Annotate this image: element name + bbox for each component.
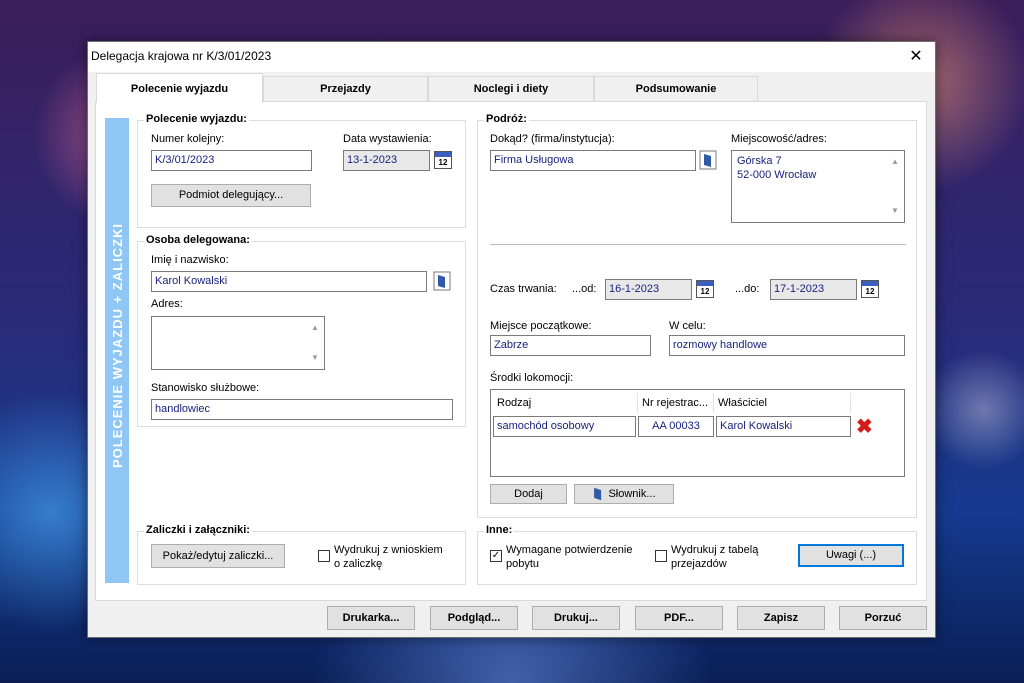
dialog-window: Delegacja krajowa nr K/3/01/2023 ✕ Polec… (87, 41, 936, 638)
calendar-icon[interactable]: 12 (434, 151, 452, 169)
srodki-lokomocji-label: Środki lokomocji: (490, 372, 574, 384)
wydrukuj-z-tabela-label-1: Wydrukuj z tabelą (671, 544, 759, 556)
tab-content: POLECENIE WYJAZDU + ZALICZKI Polecenie w… (95, 101, 927, 601)
group-podroz: Podróż: Dokąd? (firma/instytucja): Firma… (477, 113, 917, 518)
side-banner: POLECENIE WYJAZDU + ZALICZKI (105, 118, 129, 583)
scroll-down-icon[interactable]: ▼ (891, 204, 899, 218)
tab-podsumowanie[interactable]: Podsumowanie (594, 76, 758, 101)
group-polecenie-wyjazdu: Polecenie wyjazdu: Numer kolejny: K/3/01… (137, 113, 466, 228)
od-date-input[interactable]: 16-1-2023 (605, 279, 692, 300)
address-line-2: 52-000 Wrocław (737, 169, 817, 181)
wymagane-potwierdzenie-label-2: pobytu (506, 558, 540, 570)
dokad-input[interactable]: Firma Usługowa (490, 150, 696, 171)
dodaj-button[interactable]: Dodaj (490, 484, 567, 504)
cell-rodzaj[interactable]: samochód osobowy (493, 416, 636, 437)
book-icon (594, 487, 602, 501)
drukarka-button[interactable]: Drukarka... (327, 606, 415, 630)
numer-label: Numer kolejny: (151, 133, 225, 145)
wydrukuj-z-wnioskiem-label-1: Wydrukuj z wnioskiem (334, 544, 443, 556)
stanowisko-label: Stanowisko służbowe: (151, 382, 260, 394)
tab-noclegi-i-diety[interactable]: Noclegi i diety (428, 76, 594, 101)
wydrukuj-z-wnioskiem-checkbox[interactable] (318, 550, 330, 562)
group-title: Inne: (484, 524, 515, 536)
numer-kolejny-input[interactable]: K/3/01/2023 (151, 150, 312, 171)
pokaz-edytuj-zaliczki-button[interactable]: Pokaż/edytuj zaliczki... (151, 544, 285, 568)
column-header-wlasciciel[interactable]: Właściciel (714, 393, 851, 413)
calendar-icon[interactable]: 12 (696, 280, 714, 298)
miejscowosc-label: Miejscowość/adres: (731, 133, 827, 145)
miejscowosc-textarea[interactable]: Górska 7 52-000 Wrocław ▲ ▼ (731, 150, 905, 223)
w-celu-label: W celu: (669, 320, 706, 332)
scroll-down-icon[interactable]: ▼ (311, 351, 319, 365)
do-date-input[interactable]: 17-1-2023 (770, 279, 857, 300)
slownik-label: Słownik... (608, 488, 656, 500)
wymagane-potwierdzenie-label-1: Wymagane potwierdzenie (506, 544, 633, 556)
stanowisko-input[interactable]: handlowiec (151, 399, 453, 420)
srodki-lokomocji-grid: Rodzaj Nr rejestrac... Właściciel samoch… (490, 389, 905, 477)
do-label: ...do: (735, 283, 760, 295)
miejsce-poczatkowe-input[interactable]: Zabrze (490, 335, 651, 356)
uwagi-button[interactable]: Uwagi (...) (798, 544, 904, 567)
scroll-up-icon[interactable]: ▲ (891, 155, 899, 169)
window-title: Delegacja krajowa nr K/3/01/2023 (91, 49, 272, 63)
podmiot-delegujacy-button[interactable]: Podmiot delegujący... (151, 184, 311, 207)
data-wystawienia-label: Data wystawienia: (343, 133, 432, 145)
group-title: Podróż: (484, 113, 529, 125)
pdf-button[interactable]: PDF... (635, 606, 723, 630)
calendar-icon[interactable]: 12 (861, 280, 879, 298)
czas-trwania-label: Czas trwania: (490, 283, 557, 295)
cell-nr-rejestracyjny[interactable]: AA 00033 (638, 416, 714, 437)
zapisz-button[interactable]: Zapisz (737, 606, 825, 630)
group-osoba-delegowana: Osoba delegowana: Imię i nazwisko: Karol… (137, 234, 466, 427)
drukuj-button[interactable]: Drukuj... (532, 606, 620, 630)
wydrukuj-z-tabela-label-2: przejazdów (671, 558, 727, 570)
imie-label: Imię i nazwisko: (151, 254, 229, 266)
miejsce-poczatkowe-label: Miejsce początkowe: (490, 320, 592, 332)
wydrukuj-z-tabela-checkbox[interactable] (655, 550, 667, 562)
wydrukuj-z-wnioskiem-label-2: o zaliczkę (334, 558, 383, 570)
imie-nazwisko-input[interactable]: Karol Kowalski (151, 271, 427, 292)
tab-przejazdy[interactable]: Przejazdy (263, 76, 428, 101)
group-title: Polecenie wyjazdu: (144, 113, 249, 125)
textarea-scrollbar[interactable]: ▲ ▼ (309, 318, 323, 368)
book-icon[interactable] (433, 271, 451, 291)
delete-icon[interactable]: ✖ (856, 417, 873, 437)
slownik-button[interactable]: Słownik... (574, 484, 674, 504)
od-label: ...od: (572, 283, 597, 295)
close-icon[interactable]: ✕ (907, 46, 925, 66)
group-inne: Inne: ✓ Wymagane potwierdzenie pobytu Wy… (477, 524, 917, 585)
w-celu-input[interactable]: rozmowy handlowe (669, 335, 905, 356)
group-title: Zaliczki i załączniki: (144, 524, 252, 536)
separator (490, 244, 906, 245)
group-zaliczki: Zaliczki i załączniki: Pokaż/edytuj zali… (137, 524, 466, 585)
cell-wlasciciel[interactable]: Karol Kowalski (716, 416, 851, 437)
address-line-1: Górska 7 (737, 155, 782, 167)
scroll-up-icon[interactable]: ▲ (311, 321, 319, 335)
dokad-label: Dokąd? (firma/instytucja): (490, 133, 615, 145)
title-bar: Delegacja krajowa nr K/3/01/2023 ✕ (88, 42, 935, 72)
data-wystawienia-input[interactable]: 13-1-2023 (343, 150, 430, 171)
group-title: Osoba delegowana: (144, 234, 252, 246)
column-header-rodzaj[interactable]: Rodzaj (493, 393, 638, 413)
book-icon[interactable] (699, 150, 717, 170)
side-banner-text: POLECENIE WYJAZDU + ZALICZKI (110, 222, 125, 469)
textarea-scrollbar[interactable]: ▲ ▼ (889, 152, 903, 221)
tab-polecenie-wyjazdu[interactable]: Polecenie wyjazdu (96, 73, 263, 103)
porzuc-button[interactable]: Porzuć (839, 606, 927, 630)
column-header-nr-rejestracyjny[interactable]: Nr rejestrac... (638, 393, 714, 413)
podglad-button[interactable]: Podgląd... (430, 606, 518, 630)
adres-label: Adres: (151, 298, 183, 310)
adres-textarea[interactable]: ▲ ▼ (151, 316, 325, 370)
wymagane-potwierdzenie-checkbox[interactable]: ✓ (490, 550, 502, 562)
